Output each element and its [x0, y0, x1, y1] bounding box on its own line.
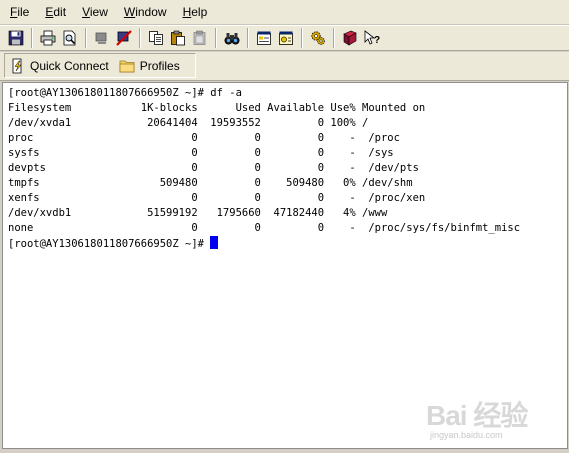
terminal-line: /dev/xvdb1 51599192 1795660 47182440 4% … [8, 207, 388, 219]
quick-connect-button[interactable]: Quick Connect [5, 55, 113, 77]
print-preview-icon [63, 30, 76, 46]
paste-special-button[interactable] [190, 28, 210, 48]
paste-button[interactable] [168, 28, 188, 48]
disconnect-button[interactable] [114, 28, 134, 48]
copy-icon [149, 31, 163, 45]
save-icon [8, 30, 24, 46]
gears-icon [311, 31, 325, 45]
help-book-icon [343, 30, 357, 46]
menu-help[interactable]: Help [175, 2, 216, 22]
quick-connect-icon [12, 58, 22, 73]
terminal-prompt: [root@AY130618011807666950Z ~]# [8, 238, 211, 250]
terminal-line: proc 0 0 0 - /proc [8, 132, 400, 144]
terminal-line: devpts 0 0 0 - /dev/pts [8, 162, 419, 174]
paste-icon [171, 30, 185, 46]
settings-icon [279, 31, 293, 45]
find-button[interactable] [222, 28, 242, 48]
menu-help-label: elp [191, 5, 208, 19]
print-button[interactable] [38, 28, 58, 48]
connect-button[interactable] [92, 28, 112, 48]
find-icon [224, 33, 240, 45]
toolbar-separator [333, 28, 335, 48]
menu-file-label: ile [17, 5, 30, 19]
toolbar-separator [215, 28, 217, 48]
baidu-watermark: Bai 经验 jingyan.baidu.com [414, 392, 564, 448]
context-help-icon: ? [364, 30, 380, 46]
menu-window-mnemonic: W [123, 5, 136, 19]
terminal-line: xenfs 0 0 0 - /proc/xen [8, 192, 426, 204]
terminal-prompt-line: [root@AY130618011807666950Z ~]# [8, 236, 567, 251]
disconnect-icon [95, 32, 107, 44]
sftp-button[interactable] [308, 28, 328, 48]
menu-file[interactable]: File [0, 2, 37, 22]
terminal-line: /dev/xvda1 20641404 19593552 0 100% / [8, 117, 369, 129]
menu-edit[interactable]: Edit [37, 2, 74, 22]
toolbar-separator [139, 28, 141, 48]
link-bar: Quick Connect Profiles [0, 52, 569, 81]
terminal-line: [root@AY130618011807666950Z ~]# df -a [8, 87, 242, 99]
menu-window-label: indow [135, 5, 167, 19]
copy-button[interactable] [146, 28, 166, 48]
folder-icon [119, 60, 135, 72]
save-button[interactable] [6, 28, 26, 48]
toolbar-separator [301, 28, 303, 48]
global-options-button[interactable] [276, 28, 296, 48]
properties-icon [257, 31, 271, 45]
quick-connect-label: Quick Connect [30, 58, 109, 73]
session-options-button[interactable] [254, 28, 274, 48]
toolbar-separator [85, 28, 87, 48]
menu-help-mnemonic: H [182, 5, 192, 19]
paste-disabled-icon [193, 30, 206, 45]
menu-view-label: iew [89, 5, 108, 19]
menu-view-mnemonic: V [82, 5, 90, 19]
help-button[interactable] [340, 28, 360, 48]
profiles-label: Profiles [139, 58, 180, 73]
terminal-line: tmpfs 509480 0 509480 0% /dev/shm [8, 177, 413, 189]
print-icon [40, 30, 56, 46]
menu-bar: File Edit View Window Help [0, 0, 569, 25]
link-bar-group: Quick Connect Profiles [4, 53, 196, 78]
menu-view[interactable]: View [74, 2, 116, 22]
menu-window[interactable]: Window [116, 2, 175, 22]
context-help-button[interactable]: ? [362, 28, 382, 48]
toolbar-separator [247, 28, 249, 48]
terminal-line: none 0 0 0 - /proc/sys/fs/binfmt_misc [8, 222, 521, 234]
terminal-line: sysfs 0 0 0 - /sys [8, 147, 394, 159]
print-preview-button[interactable] [60, 28, 80, 48]
terminal-cursor [210, 236, 219, 249]
disconnect-red-icon [116, 30, 132, 46]
toolbar: ? [0, 25, 569, 51]
menu-edit-label: dit [53, 5, 67, 19]
toolbar-separator [31, 28, 33, 48]
svg-text:?: ? [374, 35, 380, 46]
terminal-line: Filesystem 1K-blocks Used Available Use%… [8, 102, 426, 114]
watermark-url: jingyan.baidu.com [430, 430, 503, 440]
profiles-button[interactable]: Profiles [113, 55, 184, 77]
watermark-logo-text: Bai 经验 [426, 400, 528, 431]
